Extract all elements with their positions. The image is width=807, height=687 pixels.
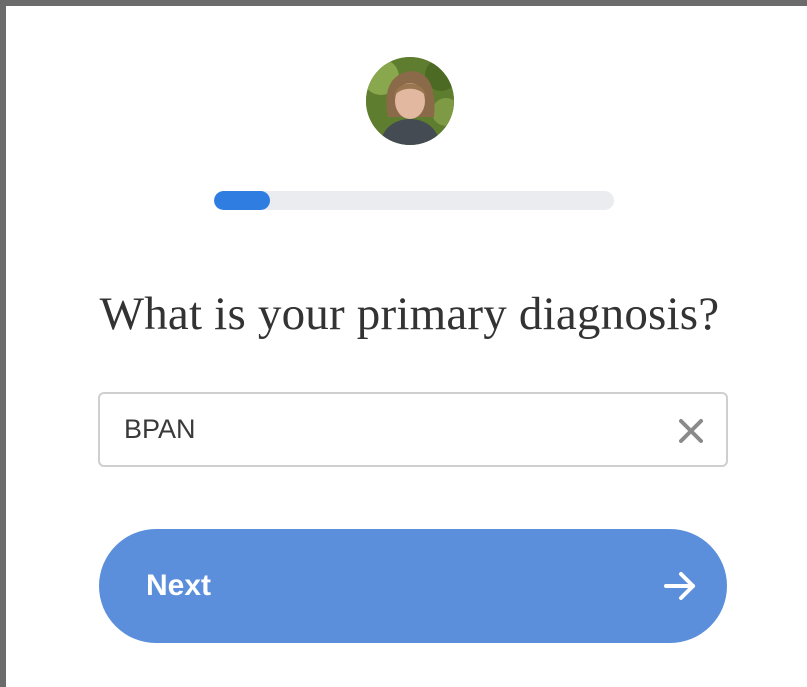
next-button-label: Next bbox=[146, 569, 212, 602]
arrow-right-icon bbox=[663, 570, 697, 602]
avatar-photo-icon bbox=[366, 57, 454, 145]
close-icon[interactable] bbox=[676, 416, 706, 446]
progress-bar-fill bbox=[214, 191, 270, 210]
progress-bar bbox=[214, 191, 614, 210]
diagnosis-field[interactable] bbox=[98, 392, 728, 467]
app-window: What is your primary diagnosis? Next bbox=[0, 0, 807, 687]
diagnosis-input[interactable] bbox=[124, 394, 664, 465]
avatar bbox=[366, 57, 454, 145]
question-heading: What is your primary diagnosis? bbox=[99, 288, 720, 340]
next-button[interactable]: Next bbox=[99, 529, 727, 643]
